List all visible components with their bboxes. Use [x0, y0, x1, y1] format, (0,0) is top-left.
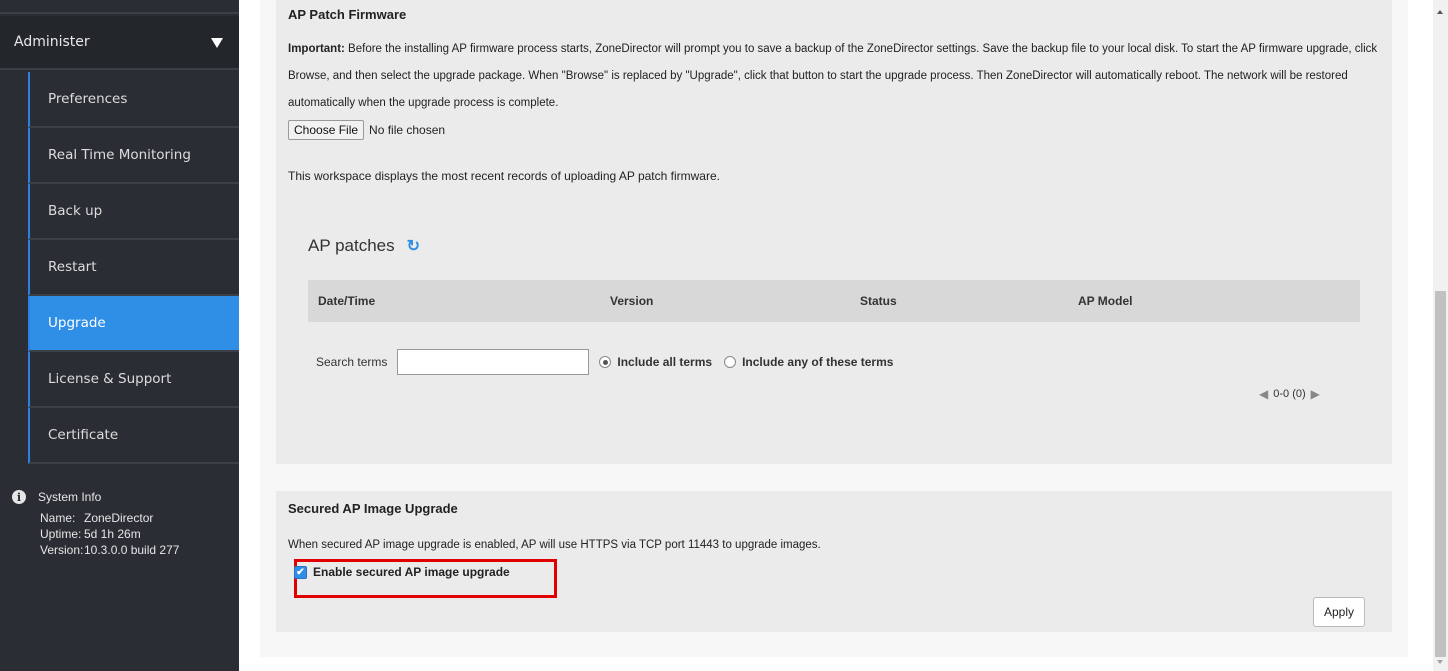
sidebar-item-license-support[interactable]: License & Support: [28, 352, 239, 408]
sidebar-item-real-time-monitoring[interactable]: Real Time Monitoring: [28, 128, 239, 184]
system-info-row: Version: 10.3.0.0 build 277: [40, 542, 232, 558]
sidebar-nav: Preferences Real Time Monitoring Back up…: [28, 72, 239, 464]
caret-down-icon[interactable]: [211, 38, 223, 48]
scroll-down-icon[interactable]: [1437, 660, 1443, 664]
sidebar-item-certificate[interactable]: Certificate: [28, 408, 239, 464]
sidebar-top-strip: [0, 0, 239, 14]
ap-patches-title: AP patches: [308, 236, 395, 255]
column-header-ap-model[interactable]: AP Model: [1068, 280, 1360, 322]
search-row: Search terms Include all terms Include a…: [316, 349, 905, 375]
ap-patches-table-header: Date/Time Version Status AP Model: [308, 280, 1360, 322]
ap-patch-firmware-panel: AP Patch Firmware Important: Before the …: [276, 0, 1392, 464]
apply-button[interactable]: Apply: [1313, 597, 1365, 627]
secured-upgrade-title: Secured AP Image Upgrade: [288, 501, 458, 516]
name-value: ZoneDirector: [84, 511, 154, 525]
choose-file-button[interactable]: Choose File: [288, 120, 365, 140]
ap-patch-firmware-description: Important: Before the installing AP firm…: [288, 36, 1398, 117]
system-info-header: i System Info: [12, 490, 232, 504]
enable-secured-upgrade-checkbox[interactable]: ✔: [294, 565, 307, 579]
workspace-note: This workspace displays the most recent …: [288, 169, 720, 183]
main-content: AP Patch Firmware Important: Before the …: [260, 0, 1408, 657]
administer-section-header[interactable]: Administer: [0, 16, 239, 70]
include-all-radio[interactable]: [599, 356, 612, 368]
search-label: Search terms: [316, 355, 388, 369]
system-info-title: System Info: [38, 490, 102, 504]
file-chooser: Choose File No file chosen: [288, 120, 445, 140]
no-file-text: No file chosen: [369, 123, 446, 137]
include-all-label[interactable]: Include all terms: [617, 355, 712, 369]
next-page-icon[interactable]: ▶: [1311, 387, 1320, 401]
page-scrollbar[interactable]: [1433, 0, 1448, 671]
enable-secured-upgrade-row[interactable]: ✔ Enable secured AP image upgrade: [294, 565, 510, 579]
sidebar-item-label: Upgrade: [48, 315, 106, 331]
name-key: Name:: [40, 511, 76, 525]
column-header-status[interactable]: Status: [850, 280, 1068, 322]
include-any-label[interactable]: Include any of these terms: [742, 355, 893, 369]
sidebar-item-preferences[interactable]: Preferences: [28, 72, 239, 128]
sidebar-item-label: Restart: [48, 259, 97, 275]
important-label: Important:: [288, 43, 345, 55]
sidebar-item-label: Certificate: [48, 427, 119, 443]
description-text: Before the installing AP firmware proces…: [288, 43, 1378, 109]
sidebar-item-upgrade[interactable]: Upgrade: [28, 296, 239, 352]
sidebar-item-label: Preferences: [48, 91, 128, 107]
sidebar-item-restart[interactable]: Restart: [28, 240, 239, 296]
secured-ap-image-upgrade-panel: Secured AP Image Upgrade When secured AP…: [276, 491, 1392, 632]
sidebar-item-label: Real Time Monitoring: [48, 147, 191, 163]
version-value: 10.3.0.0 build 277: [84, 543, 180, 557]
system-info-row: Uptime: 5d 1h 26m: [40, 526, 232, 542]
column-header-version[interactable]: Version: [600, 280, 850, 322]
uptime-key: Uptime:: [40, 527, 82, 541]
pager-text: 0-0 (0): [1273, 388, 1306, 400]
section-title: Administer: [14, 34, 90, 50]
secured-upgrade-description: When secured AP image upgrade is enabled…: [288, 539, 821, 551]
ap-patch-firmware-title: AP Patch Firmware: [288, 7, 407, 22]
previous-page-icon[interactable]: ◀: [1259, 387, 1268, 401]
system-info: i System Info Name: ZoneDirector Uptime: 5…: [12, 490, 232, 558]
system-info-rows: Name: ZoneDirector Uptime: 5d 1h 26m Versi…: [40, 510, 232, 558]
column-header-datetime[interactable]: Date/Time: [308, 280, 600, 322]
refresh-icon[interactable]: ↻: [407, 236, 420, 256]
sidebar-item-label: License & Support: [48, 371, 172, 387]
sidebar-item-label: Back up: [48, 203, 103, 219]
include-any-radio[interactable]: [724, 356, 737, 368]
enable-secured-upgrade-label[interactable]: Enable secured AP image upgrade: [313, 565, 510, 579]
scroll-up-icon[interactable]: [1437, 10, 1443, 14]
info-icon: i: [12, 490, 26, 504]
sidebar-item-back-up[interactable]: Back up: [28, 184, 239, 240]
scrollbar-thumb[interactable]: [1435, 291, 1446, 657]
sidebar: Administer Preferences Real Time Monitor…: [0, 0, 239, 671]
ap-patches-heading: AP patches ↻: [308, 236, 420, 256]
pager: ◀ 0-0 (0) ▶: [1254, 387, 1325, 401]
system-info-row: Name: ZoneDirector: [40, 510, 232, 526]
search-input[interactable]: [397, 349, 590, 375]
version-key: Version:: [40, 543, 84, 557]
uptime-value: 5d 1h 26m: [84, 527, 141, 541]
